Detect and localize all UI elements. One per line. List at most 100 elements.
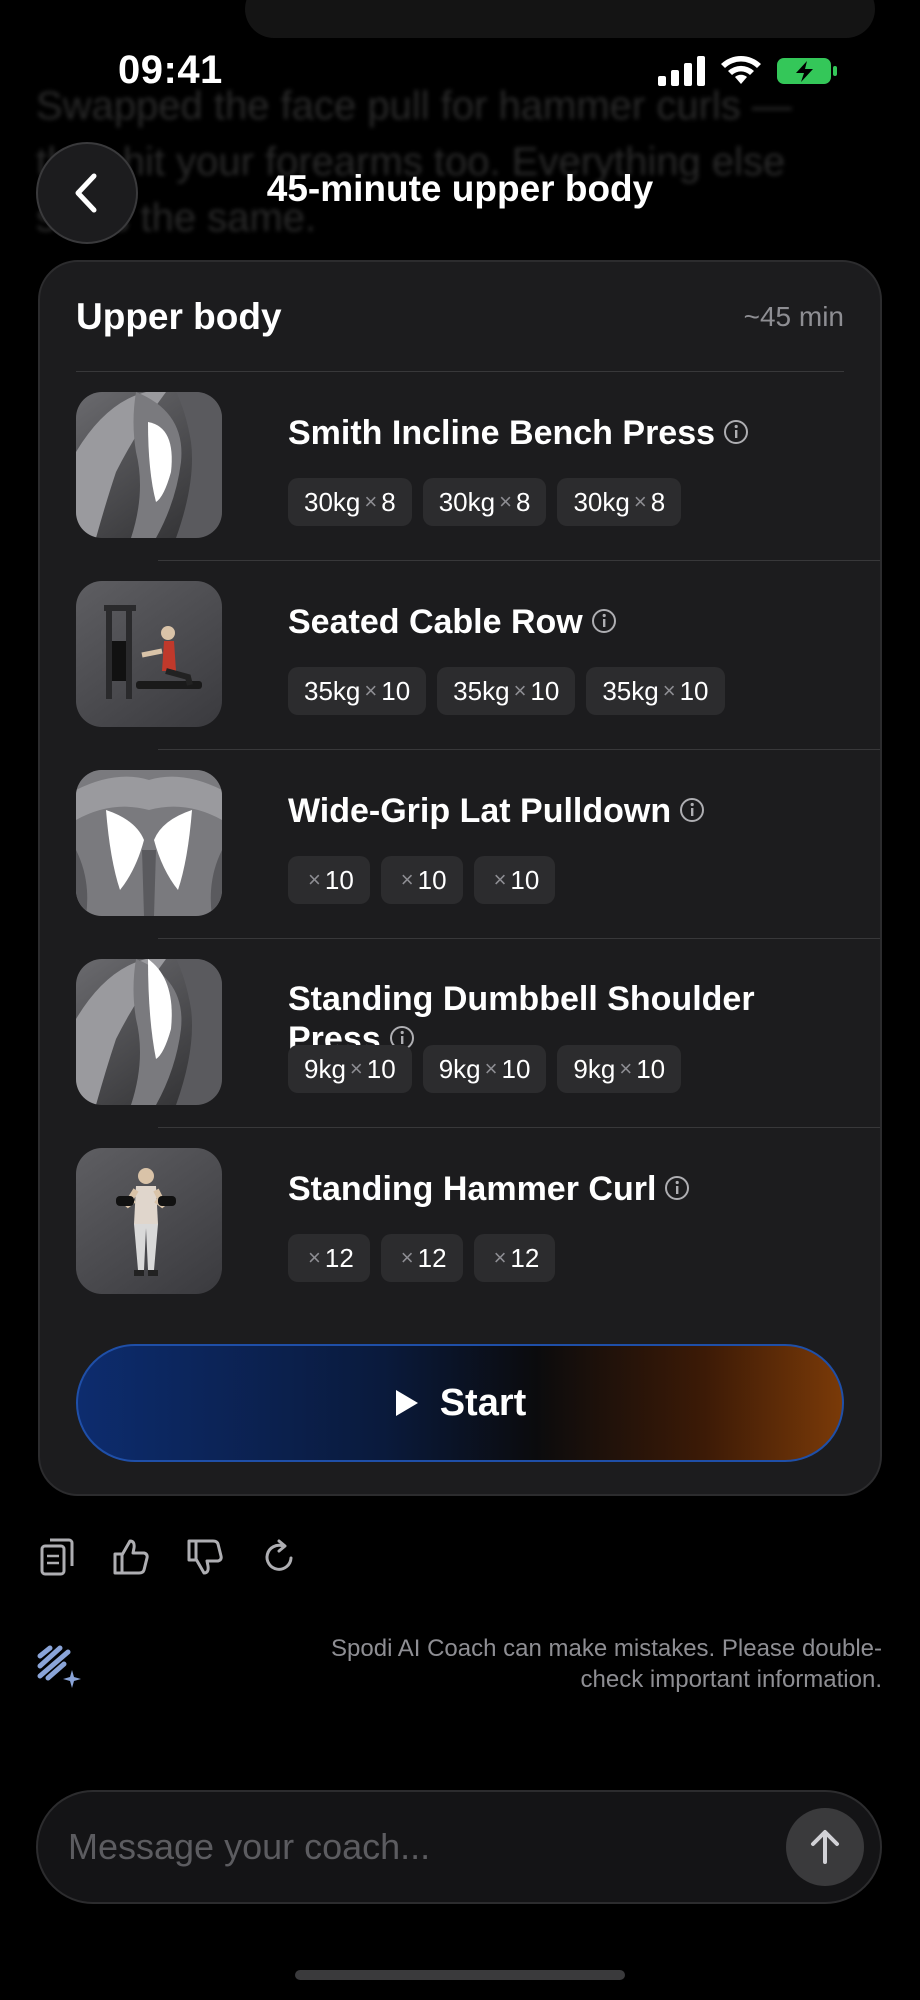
times-symbol: × xyxy=(308,1245,321,1270)
cellular-signal-icon xyxy=(658,56,705,86)
set-reps: 10 xyxy=(417,864,447,895)
exercise-thumbnail xyxy=(76,959,222,1105)
thumbs-down-button[interactable] xyxy=(186,1536,224,1578)
exercise-name: Standing Hammer Curl xyxy=(288,1169,690,1209)
set-chip[interactable]: 9kg × 10 xyxy=(288,1045,412,1093)
row-divider xyxy=(158,560,880,561)
regenerate-icon xyxy=(265,1539,293,1571)
set-chip[interactable]: × 12 xyxy=(380,1234,463,1282)
start-workout-button[interactable]: Start xyxy=(76,1344,844,1462)
set-chip[interactable]: × 12 xyxy=(288,1234,370,1282)
info-icon[interactable] xyxy=(591,608,617,634)
workout-duration: ~45 min xyxy=(743,301,844,332)
set-weight: 30kg xyxy=(573,486,630,517)
set-chip[interactable]: 30kg × 8 xyxy=(557,478,682,526)
thumbs-up-button[interactable] xyxy=(112,1536,150,1578)
times-symbol: × xyxy=(513,678,527,703)
set-reps: 10 xyxy=(510,864,540,895)
sparkle-icon xyxy=(37,1645,81,1688)
set-weight: 35kg xyxy=(602,675,659,706)
wifi-icon xyxy=(721,56,761,84)
set-reps: 10 xyxy=(324,864,354,895)
copy-button[interactable] xyxy=(38,1536,76,1578)
set-chip[interactable]: × 12 xyxy=(473,1234,556,1282)
set-reps: 10 xyxy=(501,1053,531,1084)
play-icon xyxy=(395,1390,418,1416)
info-icon[interactable] xyxy=(723,419,749,445)
set-list: 9kg × 10 9kg × 10 9kg × 10 xyxy=(288,1045,682,1093)
exercise-name-text: Standing Hammer Curl xyxy=(288,1170,657,1208)
set-weight: 9kg xyxy=(573,1053,616,1084)
regenerate-button[interactable] xyxy=(260,1536,298,1578)
set-reps: 8 xyxy=(381,486,396,517)
exercise-name-text: Wide-Grip Lat Pulldown xyxy=(288,792,672,830)
set-weight: 9kg xyxy=(304,1053,346,1084)
exercise-name: Seated Cable Row xyxy=(288,602,617,642)
ai-disclaimer: Spodi AI Coach can make mistakes. Please… xyxy=(331,1635,882,1693)
info-icon[interactable] xyxy=(664,1175,690,1201)
set-reps: 10 xyxy=(381,675,411,706)
exercise-thumbnail xyxy=(76,581,222,727)
set-chip[interactable]: × 10 xyxy=(288,856,370,904)
copy-icon xyxy=(40,1538,74,1576)
exercise-row[interactable]: Seated Cable Row 35kg × 10 35kg × 10 35kg × 10 xyxy=(76,581,880,769)
set-chip[interactable]: 9kg × 10 xyxy=(557,1045,682,1093)
message-composer xyxy=(36,1790,882,1904)
exercise-thumbnail xyxy=(76,392,222,538)
times-symbol: × xyxy=(364,489,378,514)
hammer-curl-figure-icon xyxy=(116,1168,176,1276)
set-reps: 8 xyxy=(515,486,531,517)
status-time: 09:41 xyxy=(118,48,223,92)
exercise-name: Wide-Grip Lat Pulldown xyxy=(288,791,705,831)
set-reps: 12 xyxy=(324,1242,354,1273)
back-muscle-icon xyxy=(76,770,222,916)
divider xyxy=(76,371,844,372)
set-chip[interactable]: 35kg × 10 xyxy=(586,667,725,715)
row-divider xyxy=(158,938,880,939)
cable-row-machine-icon xyxy=(104,605,202,699)
exercise-row[interactable]: Smith Incline Bench Press 30kg × 8 30kg × 8 … xyxy=(76,392,880,580)
thumbs-down-icon xyxy=(187,1539,223,1575)
times-symbol: × xyxy=(633,489,647,514)
status-icons xyxy=(658,56,838,86)
send-button[interactable] xyxy=(786,1808,864,1886)
shoulder-muscle-icon xyxy=(76,959,222,1105)
exercise-thumbnail xyxy=(76,770,222,916)
ai-sparkle-logo xyxy=(36,1644,84,1697)
start-label: Start xyxy=(439,1381,527,1424)
set-weight: 30kg xyxy=(438,486,496,517)
set-chip[interactable]: 30kg × 8 xyxy=(288,478,412,526)
times-symbol: × xyxy=(484,1056,498,1081)
workout-title: Upper body xyxy=(76,296,282,337)
battery-charging-icon xyxy=(777,58,837,84)
times-symbol: × xyxy=(364,678,378,703)
set-chip[interactable]: 35kg × 10 xyxy=(288,667,427,715)
set-chip[interactable]: × 10 xyxy=(380,856,463,904)
exercise-name-text: Seated Cable Row xyxy=(288,603,583,641)
set-weight: 35kg xyxy=(453,675,510,706)
exercise-row[interactable]: Standing Dumbbell Shoulder Press 9kg × 10 … xyxy=(76,959,880,1147)
exercise-row[interactable]: Standing Hammer Curl × 12 × 12 × 12 xyxy=(76,1148,880,1336)
exercise-name: Smith Incline Bench Press xyxy=(288,413,749,453)
times-symbol: × xyxy=(619,1056,633,1081)
exercise-row[interactable]: Wide-Grip Lat Pulldown × 10 × 10 × 10 xyxy=(76,770,880,958)
workout-card: Upper body ~45 min Smith Incline Bench P… xyxy=(38,260,882,1496)
set-reps: 12 xyxy=(417,1242,447,1273)
times-symbol: × xyxy=(400,867,414,892)
row-divider xyxy=(158,749,880,750)
set-chip[interactable]: 35kg × 10 xyxy=(437,667,576,715)
page-title: 45-minute upper body xyxy=(266,168,654,209)
set-chip[interactable]: × 10 xyxy=(473,856,556,904)
set-chip[interactable]: 9kg × 10 xyxy=(422,1045,547,1093)
arrow-up-icon xyxy=(811,1830,839,1864)
info-icon[interactable] xyxy=(679,797,705,823)
set-list: 30kg × 8 30kg × 8 30kg × 8 xyxy=(288,478,682,526)
set-chip[interactable]: 30kg × 8 xyxy=(422,478,547,526)
exercise-name-text: Smith Incline Bench Press xyxy=(288,414,716,452)
times-symbol: × xyxy=(400,1245,414,1270)
set-reps: 10 xyxy=(679,675,709,706)
set-list: × 10 × 10 × 10 xyxy=(288,856,556,904)
message-input[interactable] xyxy=(68,1792,768,1902)
set-weight: 9kg xyxy=(438,1053,481,1084)
previous-message-pill xyxy=(245,0,875,38)
